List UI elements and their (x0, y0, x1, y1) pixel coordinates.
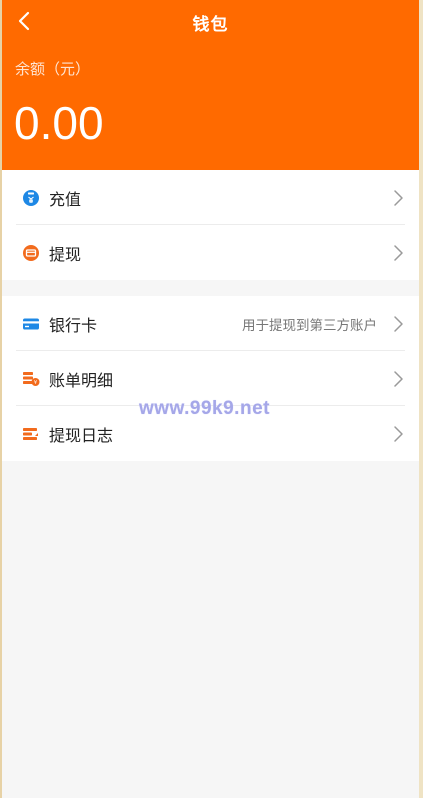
menu-item-label: 账单明细 (49, 370, 114, 390)
menu-item-label: 银行卡 (49, 315, 98, 335)
bank-card-icon (22, 315, 40, 333)
menu-item-bank-card[interactable]: 银行卡 用于提现到第三方账户 (2, 296, 419, 351)
wallet-header: 钱包 余额（元） 0.00 (2, 0, 419, 170)
recharge-icon (22, 189, 40, 207)
chevron-right-icon (391, 189, 405, 207)
menu-group-funds: 充值 提现 (2, 170, 419, 280)
menu-item-label: 提现 (49, 244, 82, 264)
bank-card-hint: 用于提现到第三方账户 (242, 317, 377, 334)
chevron-right-icon (391, 315, 405, 333)
chevron-right-icon (391, 370, 405, 388)
svg-text:¥: ¥ (34, 380, 37, 386)
balance-label: 余额（元） (15, 60, 91, 78)
page-title: 钱包 (192, 15, 229, 35)
chevron-right-icon (391, 425, 405, 443)
withdraw-icon (22, 244, 40, 262)
menu-item-recharge[interactable]: 充值 (2, 170, 419, 225)
bill-detail-icon: ¥ (22, 370, 40, 388)
wallet-page: 钱包 余额（元） 0.00 充值 提现 银行卡 用于提现到第三方账户 ¥ 账单明… (2, 0, 419, 798)
watermark-text: www.99k9.net (139, 398, 270, 419)
right-edge-strip (419, 0, 423, 798)
chevron-right-icon (391, 244, 405, 262)
menu-item-label: 充值 (49, 189, 82, 209)
menu-item-label: 提现日志 (49, 425, 114, 445)
balance-value: 0.00 (14, 97, 104, 149)
withdraw-log-icon (22, 425, 40, 443)
menu-group-account: 银行卡 用于提现到第三方账户 ¥ 账单明细 提现日志 (2, 296, 419, 461)
menu-item-withdraw[interactable]: 提现 (2, 225, 419, 280)
